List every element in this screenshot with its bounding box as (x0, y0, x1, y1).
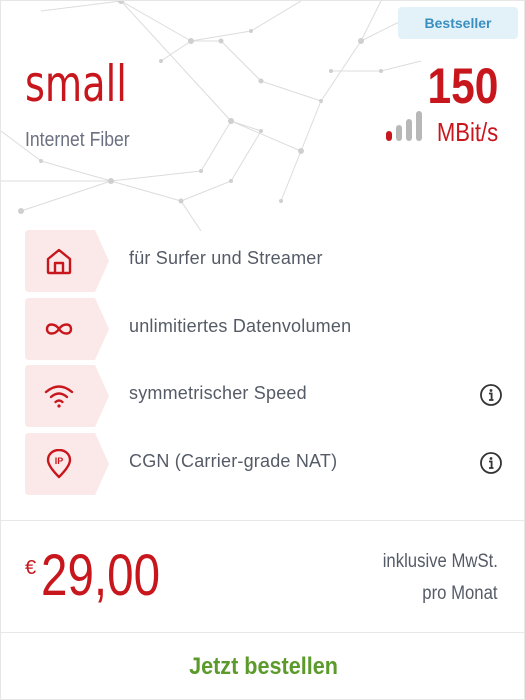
plan-name: small (25, 55, 127, 113)
order-button[interactable]: Jetzt bestellen (27, 633, 500, 699)
tax-note: inklusive MwSt. (382, 551, 498, 572)
plan-subtitle: Internet Fiber (25, 129, 130, 151)
feature-label: CGN (Carrier-grade NAT) (129, 451, 338, 471)
divider (1, 520, 524, 521)
wifi-icon (44, 385, 74, 408)
price-amount: 29,00 (41, 543, 161, 608)
info-icon[interactable] (479, 383, 503, 407)
home-icon (46, 248, 72, 275)
bestseller-badge: Bestseller (398, 7, 518, 39)
feature-row: für Surfer und Streamer (25, 230, 515, 292)
feature-label: für Surfer und Streamer (129, 248, 323, 268)
billing-period: pro Monat (422, 583, 498, 604)
feature-row: unlimitiertes Datenvolumen (25, 298, 515, 360)
feature-label: unlimitiertes Datenvolumen (129, 316, 352, 336)
svg-text:IP: IP (55, 456, 64, 466)
signal-strength-icon (386, 111, 422, 141)
feature-row: symmetrischer Speed (25, 365, 515, 427)
ip-pin-icon: IP (46, 449, 72, 479)
feature-label: symmetrischer Speed (129, 383, 307, 403)
price-currency: € (25, 557, 37, 579)
speed-value: 150 (427, 58, 498, 114)
speed-unit: MBit/s (436, 117, 498, 147)
feature-row: IP CGN (Carrier-grade NAT) (25, 433, 515, 495)
plan-card: Bestseller small Internet Fiber 150 MBit… (0, 0, 525, 700)
info-icon[interactable] (479, 451, 503, 475)
infinity-icon (45, 323, 73, 335)
